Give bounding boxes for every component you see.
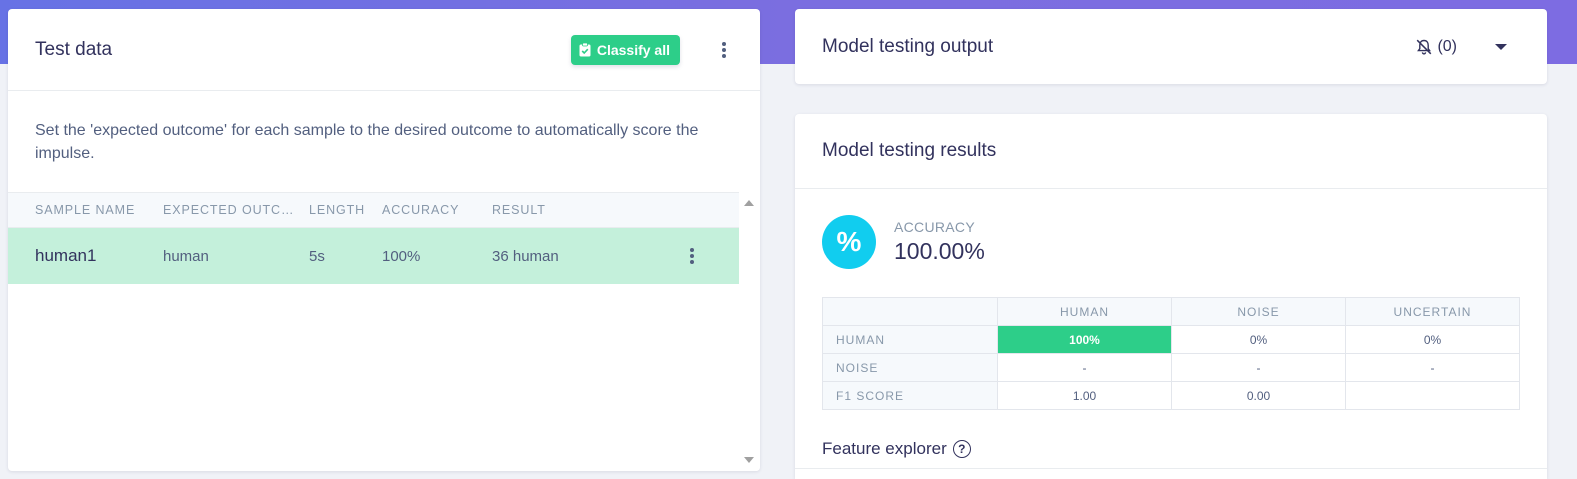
row-menu-kebab-icon[interactable] xyxy=(682,248,702,264)
divider xyxy=(795,468,1547,469)
table-scrollbar[interactable] xyxy=(739,192,760,471)
cm-cell: 0% xyxy=(1171,325,1346,354)
cell-accuracy: 100% xyxy=(382,247,421,265)
cm-row-label-f1-score: F1 SCORE xyxy=(822,381,998,410)
cm-column-noise: NOISE xyxy=(1171,297,1346,326)
column-header-sample-name[interactable]: SAMPLE NAME xyxy=(8,203,163,217)
cm-column-human: HUMAN xyxy=(997,297,1172,326)
feature-explorer-heading: Feature explorer ? xyxy=(822,439,971,459)
cm-row-label-human: HUMAN xyxy=(822,325,998,354)
accuracy-label: ACCURACY xyxy=(894,219,975,235)
test-data-description: Set the 'expected outcome' for each samp… xyxy=(35,122,699,162)
notifications-toggle[interactable]: (0) xyxy=(1415,38,1457,56)
help-icon[interactable]: ? xyxy=(952,440,971,458)
test-data-table: SAMPLE NAME EXPECTED OUTCO... LENGTH ACC… xyxy=(8,192,760,471)
cell-sample-name: human1 xyxy=(35,246,97,265)
test-data-card: Test data Classify all Set the 'expected… xyxy=(8,9,760,471)
scroll-up-arrow-icon[interactable] xyxy=(744,200,754,206)
model-testing-results-card: Model testing results % ACCURACY 100.00%… xyxy=(795,114,1547,479)
cm-cell: - xyxy=(1345,353,1520,382)
cm-column-uncertain: UNCERTAIN xyxy=(1345,297,1520,326)
cm-cell: - xyxy=(1171,353,1346,382)
cell-length: 5s xyxy=(309,247,325,265)
feature-explorer-label: Feature explorer xyxy=(822,439,947,458)
cm-cell: 1.00 xyxy=(997,381,1172,410)
column-header-accuracy[interactable]: ACCURACY xyxy=(382,203,492,217)
results-header: Model testing results xyxy=(795,114,1547,189)
model-testing-output-title: Model testing output xyxy=(822,35,994,57)
cm-cell: - xyxy=(997,353,1172,382)
caret-down-icon[interactable] xyxy=(1495,43,1507,50)
column-header-length[interactable]: LENGTH xyxy=(309,203,382,217)
test-data-menu-kebab-icon[interactable] xyxy=(714,40,734,60)
confusion-matrix: HUMAN NOISE UNCERTAIN HUMAN 100% 0% 0% N… xyxy=(822,297,1520,410)
clipboard-check-icon xyxy=(579,42,591,56)
model-testing-output-card: Model testing output (0) xyxy=(795,9,1547,84)
table-header-row: SAMPLE NAME EXPECTED OUTCO... LENGTH ACC… xyxy=(8,192,739,228)
cm-cell: 0.00 xyxy=(1171,381,1346,410)
column-header-result[interactable]: RESULT xyxy=(492,203,682,217)
cm-cell xyxy=(1345,381,1520,410)
notifications-count: (0) xyxy=(1437,37,1457,55)
confusion-matrix-corner xyxy=(822,297,998,326)
accuracy-summary: % ACCURACY 100.00% xyxy=(822,215,985,269)
bell-slash-icon xyxy=(1417,39,1432,55)
cm-cell: 0% xyxy=(1345,325,1520,354)
classify-all-button[interactable]: Classify all xyxy=(570,34,680,65)
model-testing-results-title: Model testing results xyxy=(822,140,997,161)
test-data-header: Test data Classify all xyxy=(8,9,760,91)
cm-row-label-noise: NOISE xyxy=(822,353,998,382)
scroll-down-arrow-icon[interactable] xyxy=(744,457,754,463)
classify-all-label: Classify all xyxy=(596,41,670,58)
accuracy-value: 100.00% xyxy=(894,238,985,264)
cm-cell: 100% xyxy=(997,325,1172,354)
cell-expected-outcome: human xyxy=(163,247,209,265)
table-row[interactable]: human1 human 5s 100% 36 human xyxy=(8,228,739,284)
test-data-title: Test data xyxy=(35,38,113,60)
percent-icon: % xyxy=(822,215,876,269)
cell-result: 36 human xyxy=(492,247,559,265)
column-header-expected-outcome[interactable]: EXPECTED OUTCO... xyxy=(163,203,309,217)
